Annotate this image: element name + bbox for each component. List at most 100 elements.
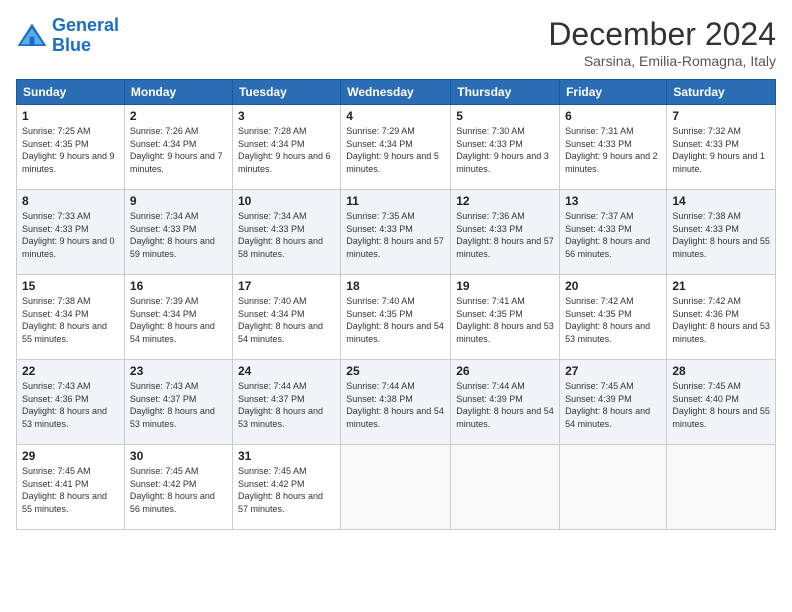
cell-content: Sunrise: 7:42 AMSunset: 4:35 PMDaylight:… — [565, 295, 661, 345]
weekday-sunday: Sunday — [17, 80, 125, 105]
subtitle: Sarsina, Emilia-Romagna, Italy — [548, 53, 776, 69]
calendar-cell — [560, 445, 667, 530]
calendar-cell — [667, 445, 776, 530]
day-number: 2 — [130, 109, 227, 123]
calendar-cell: 4 Sunrise: 7:29 AMSunset: 4:34 PMDayligh… — [341, 105, 451, 190]
day-number: 17 — [238, 279, 335, 293]
cell-content: Sunrise: 7:39 AMSunset: 4:34 PMDaylight:… — [130, 295, 227, 345]
cell-content: Sunrise: 7:31 AMSunset: 4:33 PMDaylight:… — [565, 125, 661, 175]
cell-content: Sunrise: 7:36 AMSunset: 4:33 PMDaylight:… — [456, 210, 554, 260]
cell-content: Sunrise: 7:29 AMSunset: 4:34 PMDaylight:… — [346, 125, 445, 175]
logo-line2: Blue — [52, 35, 91, 55]
day-number: 16 — [130, 279, 227, 293]
day-number: 9 — [130, 194, 227, 208]
day-number: 5 — [456, 109, 554, 123]
day-number: 29 — [22, 449, 119, 463]
day-number: 25 — [346, 364, 445, 378]
calendar-cell: 25 Sunrise: 7:44 AMSunset: 4:38 PMDaylig… — [341, 360, 451, 445]
cell-content: Sunrise: 7:25 AMSunset: 4:35 PMDaylight:… — [22, 125, 119, 175]
calendar-cell: 19 Sunrise: 7:41 AMSunset: 4:35 PMDaylig… — [451, 275, 560, 360]
cell-content: Sunrise: 7:45 AMSunset: 4:42 PMDaylight:… — [130, 465, 227, 515]
calendar-cell: 29 Sunrise: 7:45 AMSunset: 4:41 PMDaylig… — [17, 445, 125, 530]
cell-content: Sunrise: 7:44 AMSunset: 4:39 PMDaylight:… — [456, 380, 554, 430]
weekday-header-row: SundayMondayTuesdayWednesdayThursdayFrid… — [17, 80, 776, 105]
cell-content: Sunrise: 7:38 AMSunset: 4:34 PMDaylight:… — [22, 295, 119, 345]
calendar-cell: 27 Sunrise: 7:45 AMSunset: 4:39 PMDaylig… — [560, 360, 667, 445]
calendar-cell: 5 Sunrise: 7:30 AMSunset: 4:33 PMDayligh… — [451, 105, 560, 190]
calendar: SundayMondayTuesdayWednesdayThursdayFrid… — [16, 79, 776, 530]
cell-content: Sunrise: 7:43 AMSunset: 4:37 PMDaylight:… — [130, 380, 227, 430]
cell-content: Sunrise: 7:45 AMSunset: 4:41 PMDaylight:… — [22, 465, 119, 515]
calendar-cell: 30 Sunrise: 7:45 AMSunset: 4:42 PMDaylig… — [124, 445, 232, 530]
cell-content: Sunrise: 7:35 AMSunset: 4:33 PMDaylight:… — [346, 210, 445, 260]
cell-content: Sunrise: 7:38 AMSunset: 4:33 PMDaylight:… — [672, 210, 770, 260]
calendar-cell: 10 Sunrise: 7:34 AMSunset: 4:33 PMDaylig… — [232, 190, 340, 275]
day-number: 14 — [672, 194, 770, 208]
day-number: 19 — [456, 279, 554, 293]
weekday-thursday: Thursday — [451, 80, 560, 105]
weekday-tuesday: Tuesday — [232, 80, 340, 105]
calendar-cell: 23 Sunrise: 7:43 AMSunset: 4:37 PMDaylig… — [124, 360, 232, 445]
calendar-cell: 8 Sunrise: 7:33 AMSunset: 4:33 PMDayligh… — [17, 190, 125, 275]
calendar-cell: 1 Sunrise: 7:25 AMSunset: 4:35 PMDayligh… — [17, 105, 125, 190]
calendar-cell: 17 Sunrise: 7:40 AMSunset: 4:34 PMDaylig… — [232, 275, 340, 360]
day-number: 24 — [238, 364, 335, 378]
cell-content: Sunrise: 7:33 AMSunset: 4:33 PMDaylight:… — [22, 210, 119, 260]
cell-content: Sunrise: 7:45 AMSunset: 4:40 PMDaylight:… — [672, 380, 770, 430]
calendar-body: 1 Sunrise: 7:25 AMSunset: 4:35 PMDayligh… — [17, 105, 776, 530]
month-title: December 2024 — [548, 16, 776, 53]
day-number: 12 — [456, 194, 554, 208]
calendar-week-5: 29 Sunrise: 7:45 AMSunset: 4:41 PMDaylig… — [17, 445, 776, 530]
logo: General Blue — [16, 16, 119, 56]
calendar-cell: 12 Sunrise: 7:36 AMSunset: 4:33 PMDaylig… — [451, 190, 560, 275]
calendar-cell: 16 Sunrise: 7:39 AMSunset: 4:34 PMDaylig… — [124, 275, 232, 360]
weekday-wednesday: Wednesday — [341, 80, 451, 105]
calendar-cell: 9 Sunrise: 7:34 AMSunset: 4:33 PMDayligh… — [124, 190, 232, 275]
calendar-cell: 3 Sunrise: 7:28 AMSunset: 4:34 PMDayligh… — [232, 105, 340, 190]
calendar-week-2: 8 Sunrise: 7:33 AMSunset: 4:33 PMDayligh… — [17, 190, 776, 275]
cell-content: Sunrise: 7:34 AMSunset: 4:33 PMDaylight:… — [238, 210, 335, 260]
day-number: 31 — [238, 449, 335, 463]
day-number: 11 — [346, 194, 445, 208]
calendar-cell: 24 Sunrise: 7:44 AMSunset: 4:37 PMDaylig… — [232, 360, 340, 445]
title-section: December 2024 Sarsina, Emilia-Romagna, I… — [548, 16, 776, 69]
calendar-cell — [451, 445, 560, 530]
weekday-saturday: Saturday — [667, 80, 776, 105]
day-number: 27 — [565, 364, 661, 378]
cell-content: Sunrise: 7:44 AMSunset: 4:37 PMDaylight:… — [238, 380, 335, 430]
calendar-week-4: 22 Sunrise: 7:43 AMSunset: 4:36 PMDaylig… — [17, 360, 776, 445]
logo-line1: General — [52, 15, 119, 35]
day-number: 10 — [238, 194, 335, 208]
cell-content: Sunrise: 7:34 AMSunset: 4:33 PMDaylight:… — [130, 210, 227, 260]
logo-icon — [16, 22, 48, 50]
day-number: 8 — [22, 194, 119, 208]
cell-content: Sunrise: 7:26 AMSunset: 4:34 PMDaylight:… — [130, 125, 227, 175]
day-number: 20 — [565, 279, 661, 293]
calendar-week-3: 15 Sunrise: 7:38 AMSunset: 4:34 PMDaylig… — [17, 275, 776, 360]
day-number: 7 — [672, 109, 770, 123]
cell-content: Sunrise: 7:37 AMSunset: 4:33 PMDaylight:… — [565, 210, 661, 260]
day-number: 4 — [346, 109, 445, 123]
calendar-week-1: 1 Sunrise: 7:25 AMSunset: 4:35 PMDayligh… — [17, 105, 776, 190]
calendar-cell: 6 Sunrise: 7:31 AMSunset: 4:33 PMDayligh… — [560, 105, 667, 190]
cell-content: Sunrise: 7:32 AMSunset: 4:33 PMDaylight:… — [672, 125, 770, 175]
cell-content: Sunrise: 7:40 AMSunset: 4:35 PMDaylight:… — [346, 295, 445, 345]
logo-text: General Blue — [52, 16, 119, 56]
day-number: 26 — [456, 364, 554, 378]
cell-content: Sunrise: 7:44 AMSunset: 4:38 PMDaylight:… — [346, 380, 445, 430]
day-number: 23 — [130, 364, 227, 378]
calendar-cell: 15 Sunrise: 7:38 AMSunset: 4:34 PMDaylig… — [17, 275, 125, 360]
day-number: 3 — [238, 109, 335, 123]
calendar-cell: 2 Sunrise: 7:26 AMSunset: 4:34 PMDayligh… — [124, 105, 232, 190]
calendar-cell: 13 Sunrise: 7:37 AMSunset: 4:33 PMDaylig… — [560, 190, 667, 275]
calendar-cell: 18 Sunrise: 7:40 AMSunset: 4:35 PMDaylig… — [341, 275, 451, 360]
cell-content: Sunrise: 7:45 AMSunset: 4:42 PMDaylight:… — [238, 465, 335, 515]
calendar-cell: 11 Sunrise: 7:35 AMSunset: 4:33 PMDaylig… — [341, 190, 451, 275]
header: General Blue December 2024 Sarsina, Emil… — [16, 16, 776, 69]
day-number: 6 — [565, 109, 661, 123]
day-number: 28 — [672, 364, 770, 378]
calendar-cell — [341, 445, 451, 530]
cell-content: Sunrise: 7:43 AMSunset: 4:36 PMDaylight:… — [22, 380, 119, 430]
calendar-cell: 21 Sunrise: 7:42 AMSunset: 4:36 PMDaylig… — [667, 275, 776, 360]
day-number: 13 — [565, 194, 661, 208]
